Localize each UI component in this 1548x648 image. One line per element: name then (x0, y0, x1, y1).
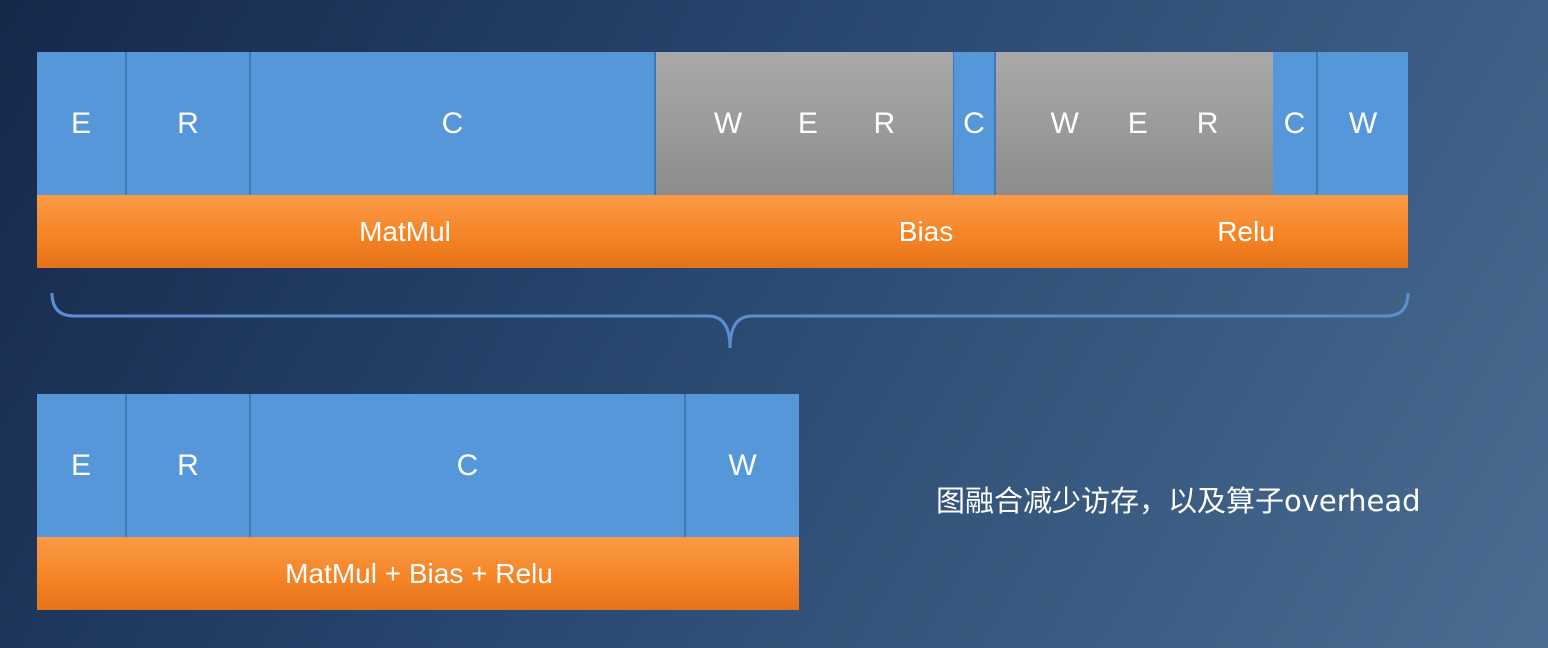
fused-operator-bar: MatMul + Bias + Relu (37, 537, 799, 610)
stage-r: R (127, 394, 251, 537)
stage-c: C (251, 394, 686, 537)
op-fused-label: MatMul + Bias + Relu (285, 557, 553, 589)
stage-w: W (686, 394, 799, 537)
stage-e: E (37, 394, 127, 537)
fused-stage-row: E R C W (37, 394, 799, 537)
fusion-note: 图融合减少访存，以及算子overhead (936, 484, 1421, 518)
